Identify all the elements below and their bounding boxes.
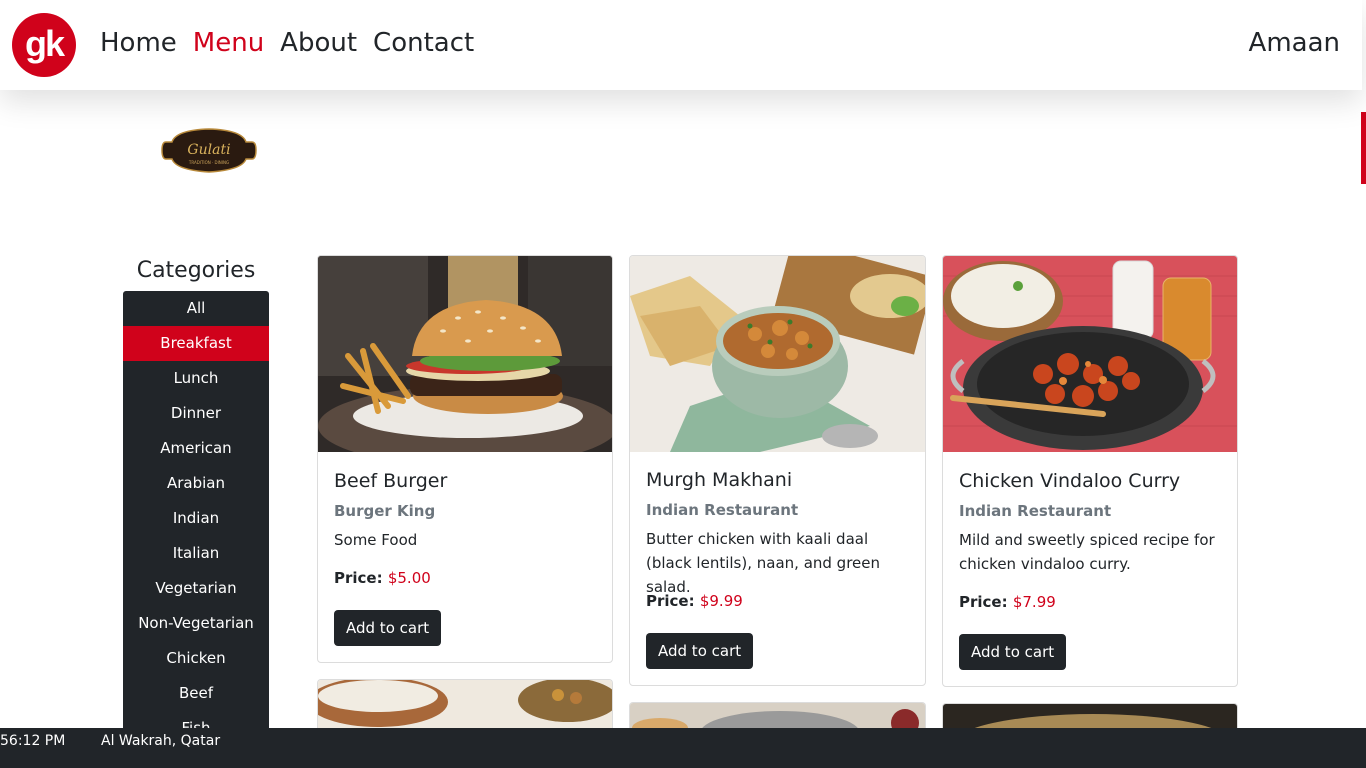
category-italian[interactable]: Italian [123, 536, 269, 571]
category-chicken[interactable]: Chicken [123, 641, 269, 676]
category-all[interactable]: All [123, 291, 269, 326]
card-price: Price: $7.99 [959, 593, 1056, 611]
card-title: Chicken Vindaloo Curry [959, 470, 1181, 492]
price-label: Price: [646, 592, 695, 610]
beef-burger-image [318, 256, 612, 452]
gk-logo[interactable]: gk [12, 13, 76, 77]
taskbar: 56:12 PM Al Wakrah, Qatar [0, 728, 1366, 768]
food-card: Chicken Vindaloo Curry Indian Restaurant… [942, 255, 1238, 687]
category-beef[interactable]: Beef [123, 676, 269, 711]
user-name-link[interactable]: Amaan [1249, 28, 1340, 58]
category-vegetarian[interactable]: Vegetarian [123, 571, 269, 606]
card-restaurant: Indian Restaurant [959, 502, 1112, 520]
category-american[interactable]: American [123, 431, 269, 466]
price-value: $7.99 [1012, 593, 1056, 611]
nav-contact-link[interactable]: Contact [373, 28, 474, 58]
card-price: Price: $5.00 [334, 569, 431, 587]
card-title: Beef Burger [334, 470, 448, 492]
nav-home-link[interactable]: Home [100, 28, 177, 58]
card-restaurant: Indian Restaurant [646, 501, 799, 519]
card-restaurant: Burger King [334, 502, 436, 520]
scrollbar-thumb[interactable] [1361, 112, 1366, 184]
add-to-cart-button[interactable]: Add to cart [646, 633, 754, 669]
category-dinner[interactable]: Dinner [123, 396, 269, 431]
taskbar-time: 56:12 PM [0, 733, 66, 749]
add-to-cart-button[interactable]: Add to cart [959, 634, 1067, 670]
chicken-vindaloo-image [943, 256, 1237, 452]
food-card: Murgh Makhani Indian Restaurant Butter c… [629, 255, 926, 686]
add-to-cart-button[interactable]: Add to cart [334, 610, 442, 646]
category-indian[interactable]: Indian [123, 501, 269, 536]
price-label: Price: [959, 593, 1008, 611]
card-description: Mild and sweetly spiced recipe for chick… [959, 531, 1215, 573]
categories-title: Categories [136, 258, 256, 283]
price-label: Price: [334, 569, 383, 587]
price-value: $5.00 [387, 569, 431, 587]
food-card: Beef Burger Burger King Some Food Price:… [317, 255, 613, 663]
card-description: Some Food [334, 531, 418, 549]
card-price: Price: $9.99 [646, 592, 743, 610]
restaurant-logo: Gulati TRADITION · DINING [160, 128, 258, 173]
navbar: gk Home Menu About Contact Amaan [0, 0, 1362, 90]
category-arabian[interactable]: Arabian [123, 466, 269, 501]
nav-about-link[interactable]: About [280, 28, 357, 58]
category-breakfast[interactable]: Breakfast [123, 326, 269, 361]
card-description: Butter chicken with kaali daal (black le… [646, 530, 881, 596]
murgh-makhani-image [630, 256, 925, 452]
price-value: $9.99 [699, 592, 743, 610]
categories-list: All Breakfast Lunch Dinner American Arab… [123, 291, 269, 751]
nav-menu-link[interactable]: Menu [193, 28, 264, 58]
taskbar-location: Al Wakrah, Qatar [101, 733, 221, 749]
card-title: Murgh Makhani [646, 469, 793, 491]
category-non-vegetarian[interactable]: Non-Vegetarian [123, 606, 269, 641]
svg-text:TRADITION · DINING: TRADITION · DINING [188, 160, 229, 165]
svg-text:Gulati: Gulati [187, 142, 230, 158]
category-lunch[interactable]: Lunch [123, 361, 269, 396]
nav-links: Home Menu About Contact [100, 28, 474, 58]
